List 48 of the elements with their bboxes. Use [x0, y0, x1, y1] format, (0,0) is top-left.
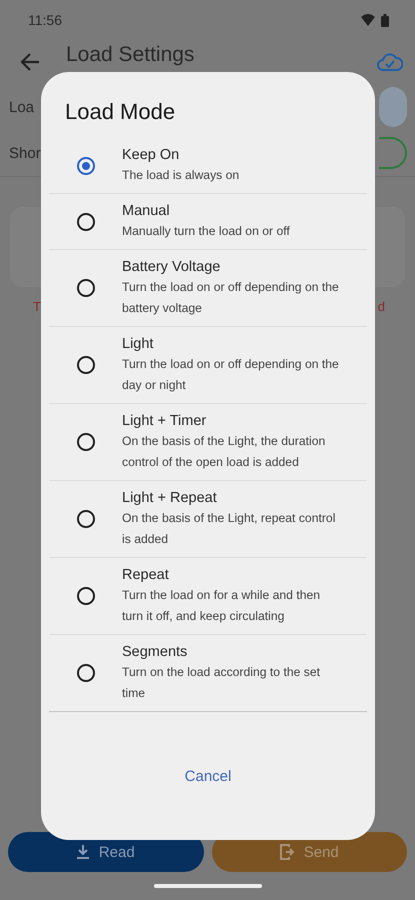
page-title: Load Settings — [66, 43, 196, 67]
export-icon — [280, 844, 294, 860]
toggle-switch[interactable] — [379, 137, 407, 169]
mode-option[interactable]: Repeat Turn the load on for a while and then turn it off, and keep circulating — [49, 558, 367, 635]
back-arrow-icon[interactable] — [20, 53, 40, 71]
radio-button[interactable] — [76, 212, 94, 230]
status-time: 11:56 — [28, 12, 62, 28]
radio-button[interactable] — [76, 279, 94, 297]
option-description: The load is always on — [122, 167, 240, 184]
cancel-button[interactable]: Cancel — [174, 762, 242, 790]
option-title: Battery Voltage — [122, 258, 222, 277]
option-title: Repeat — [122, 566, 170, 585]
option-description: Turn the load on or off depending on the day or night — [122, 356, 340, 394]
option-title: Light + Repeat — [122, 489, 218, 508]
radio-button[interactable] — [76, 356, 94, 374]
option-title: Manual — [122, 202, 171, 221]
warning-text: d — [378, 299, 385, 314]
option-title: Keep On — [122, 146, 180, 165]
cloud-check-icon[interactable] — [377, 52, 403, 72]
radio-button[interactable] — [76, 510, 94, 528]
radio-button[interactable] — [76, 156, 94, 174]
battery-icon — [381, 14, 389, 26]
option-description: Turn on the load according to the set time — [122, 664, 322, 702]
mode-option[interactable]: Light + Repeat On the basis of the Light, repeat control is added — [49, 481, 367, 558]
mode-option[interactable]: Manual Manually turn the load on or off — [49, 194, 367, 250]
dropdown-field[interactable] — [379, 87, 407, 127]
option-description: Manually turn the load on or off — [122, 223, 291, 240]
option-title: Light + Timer — [122, 412, 208, 431]
option-description: On the basis of the Light, repeat control is added — [122, 510, 336, 548]
option-title: Light — [122, 335, 154, 354]
radio-button[interactable] — [76, 587, 94, 605]
wifi-icon — [361, 14, 375, 26]
option-title: Segments — [122, 643, 188, 662]
radio-button[interactable] — [76, 433, 94, 451]
option-description: Turn the load on or off depending on the battery voltage — [122, 279, 340, 317]
option-description: Turn the load on for a while and then turn it off, and keep circulating — [122, 587, 322, 625]
mode-option[interactable]: Light Turn the load on or off depending on the day or night — [49, 327, 367, 404]
mode-option[interactable]: Keep On The load is always on — [49, 138, 367, 194]
radio-button[interactable] — [76, 664, 94, 682]
warning-text: T — [33, 299, 41, 314]
option-description: On the basis of the Light, the duration control of the open load is added — [122, 433, 326, 471]
setting-label: Loa — [9, 98, 34, 116]
mode-option[interactable]: Light + Timer On the basis of the Light, the duration control of the open load is added — [49, 404, 367, 481]
mode-option[interactable]: Battery Voltage Turn the load on or off depending on the battery voltage — [49, 250, 367, 327]
download-icon — [76, 845, 89, 859]
setting-label: Shor — [9, 144, 41, 162]
dialog-title: Load Mode — [65, 99, 176, 125]
mode-option[interactable]: Segments Turn on the load according to the set time — [49, 635, 367, 711]
